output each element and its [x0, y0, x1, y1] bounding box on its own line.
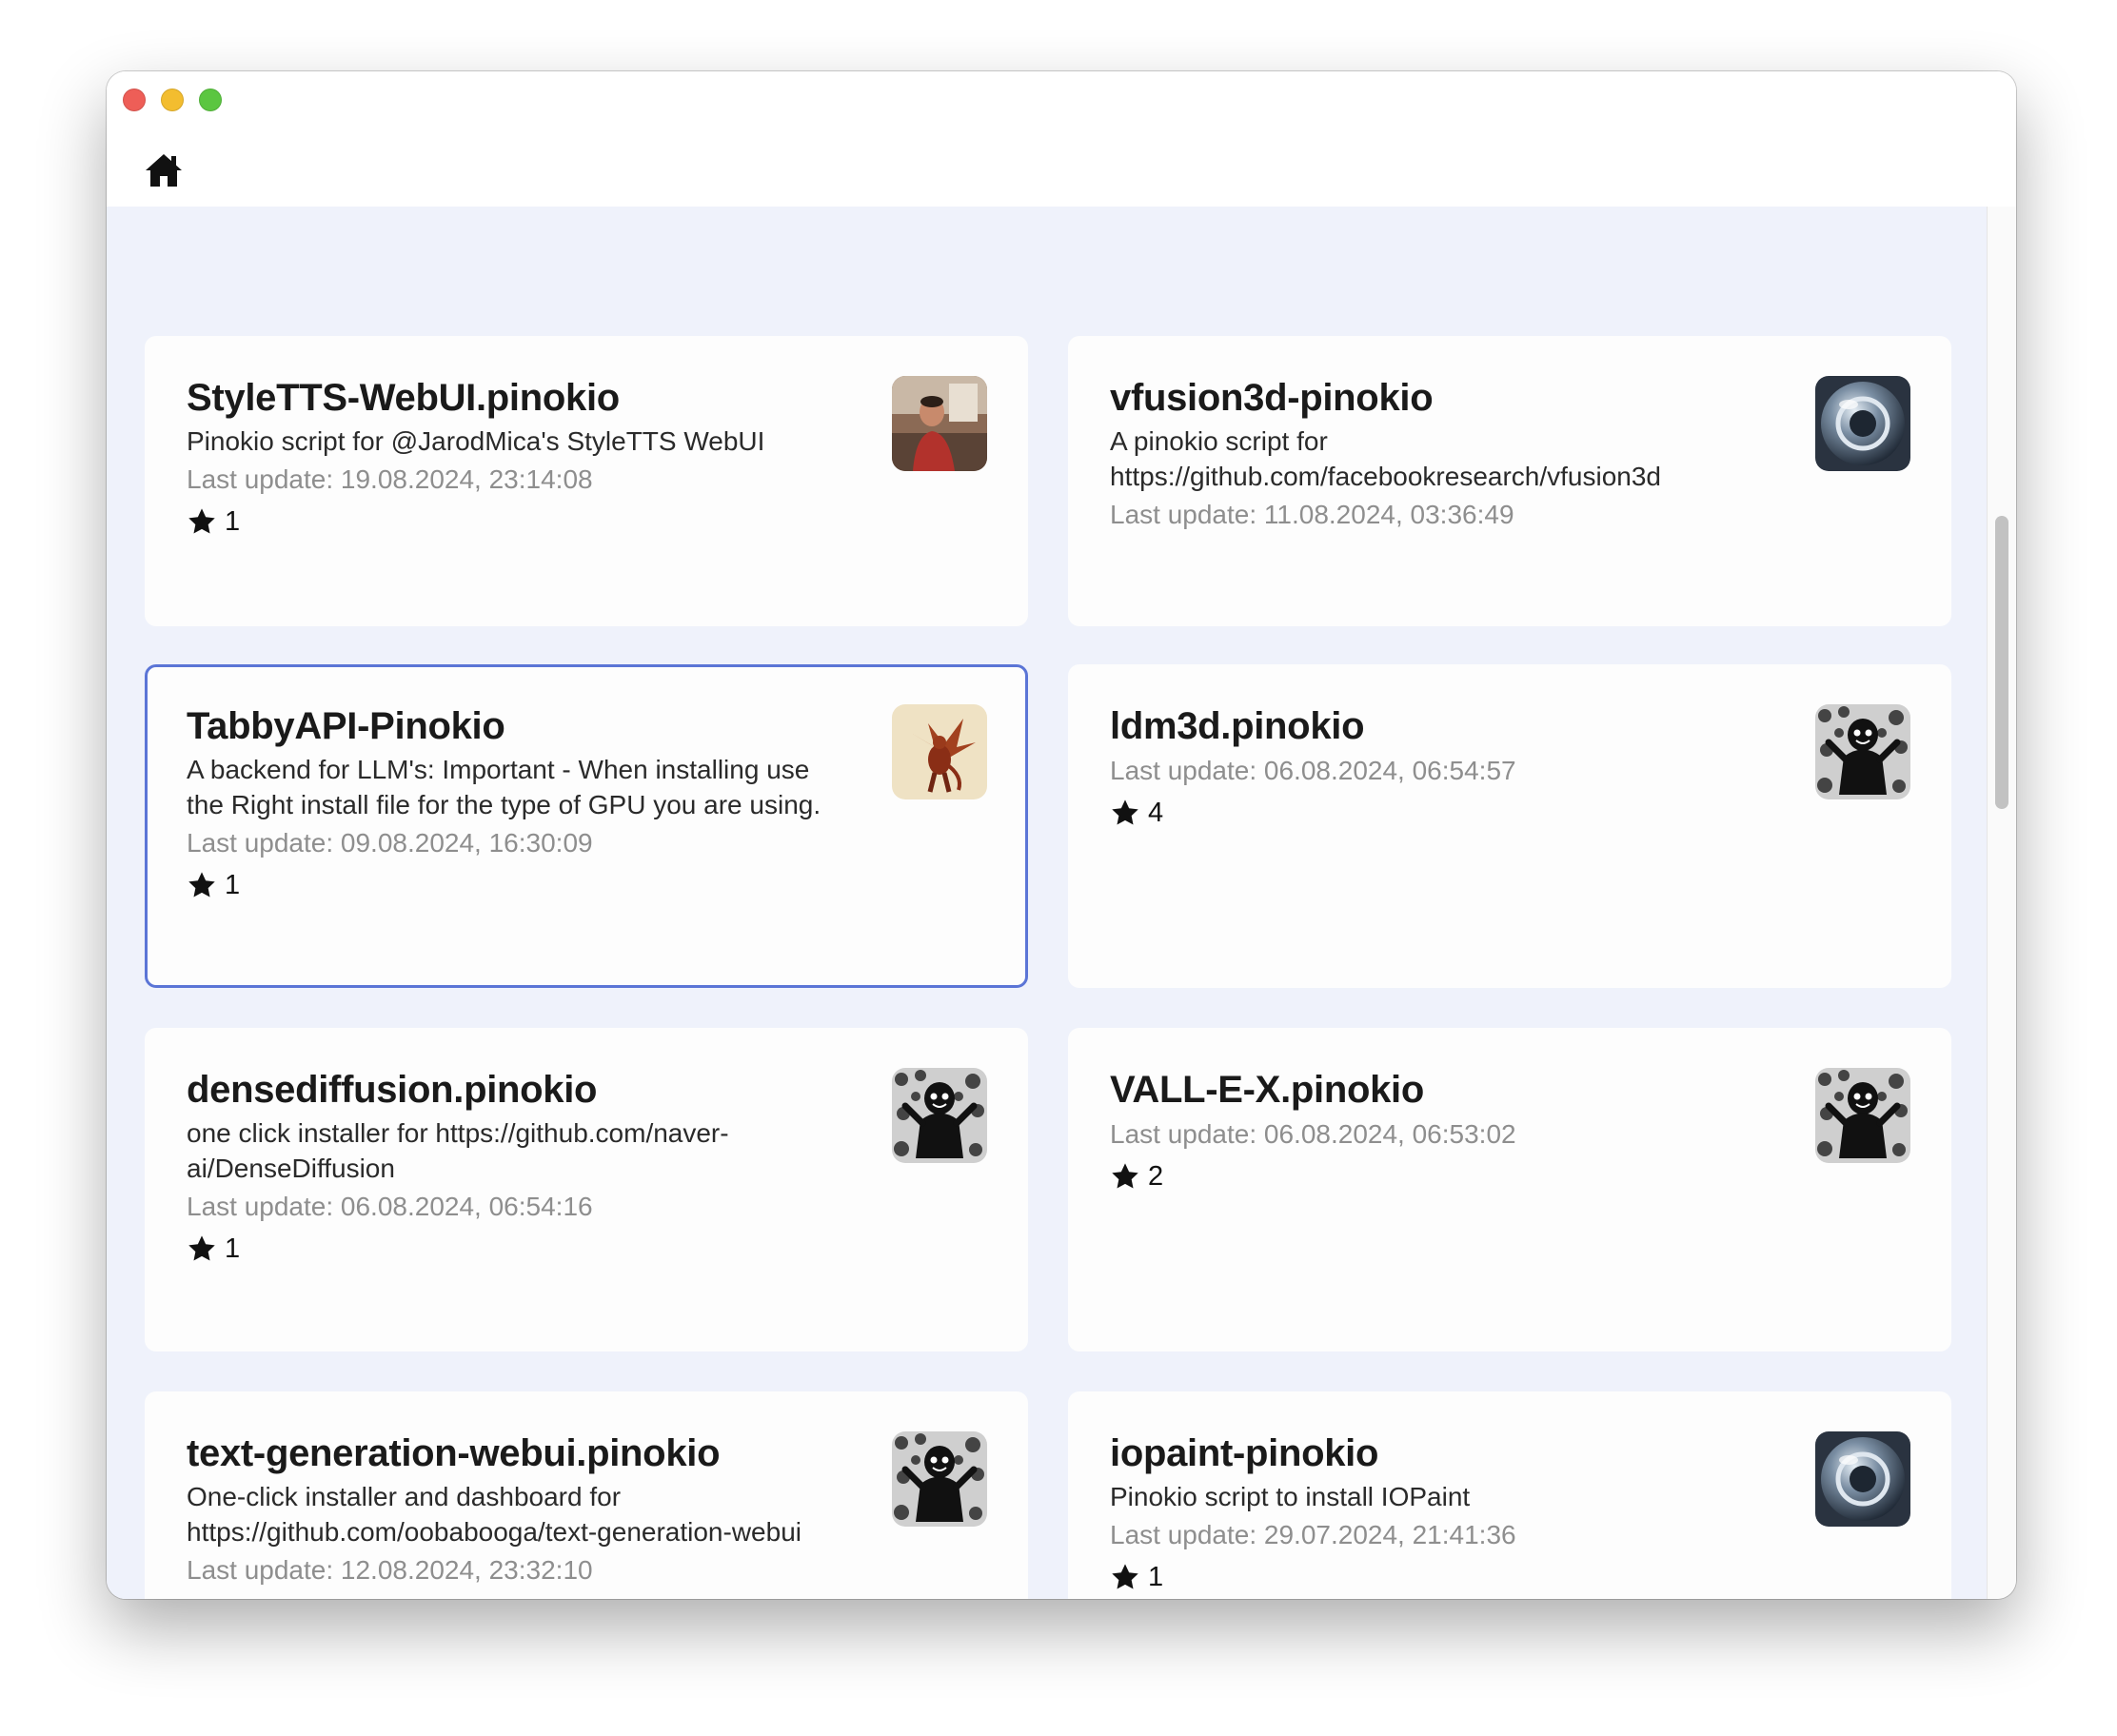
star-count: 4: [1148, 797, 1164, 828]
star-icon: [187, 1597, 217, 1599]
person-photo-thumbnail: [892, 376, 987, 471]
dragon-thumbnail: [892, 704, 987, 799]
pinokio-mascot-thumbnail: [1815, 704, 1910, 799]
scrollbar-thumb[interactable]: [1995, 516, 2008, 809]
app-list: StyleTTS-WebUI.pinokio Pinokio script fo…: [107, 207, 1987, 1599]
star-icon: [1112, 1163, 1138, 1189]
star-icon: [188, 1235, 215, 1261]
app-card[interactable]: StyleTTS-WebUI.pinokio Pinokio script fo…: [145, 336, 1028, 626]
app-thumbnail: [892, 1431, 987, 1527]
star-count: 1: [1148, 1561, 1164, 1592]
app-card[interactable]: ldm3d.pinokio Last update: 06.08.2024, 0…: [1068, 664, 1951, 988]
metallic-sphere-thumbnail: [1815, 376, 1910, 471]
star-icon: [188, 508, 215, 534]
app-thumbnail: [892, 704, 987, 799]
card-stars: 1: [187, 503, 1028, 541]
pinokio-mascot-thumbnail: [1815, 1068, 1910, 1163]
home-icon: [146, 154, 182, 187]
star-count: 1: [225, 1233, 241, 1264]
app-thumbnail: [1815, 1068, 1910, 1163]
star-icon: [1112, 1564, 1138, 1589]
app-thumbnail: [1815, 1431, 1910, 1527]
metallic-sphere-thumbnail: [1815, 1431, 1910, 1527]
card-stars: 1: [187, 866, 1025, 904]
card-stars: 20: [187, 1593, 1028, 1600]
app-card[interactable]: VALL-E-X.pinokio Last update: 06.08.2024…: [1068, 1028, 1951, 1351]
star-count: 20: [225, 1597, 255, 1600]
card-last-update: Last update: 06.08.2024, 06:54:16: [187, 1192, 593, 1221]
card-stars: 1: [1110, 1558, 1951, 1596]
app-thumbnail: [892, 1068, 987, 1163]
close-window-button[interactable]: [123, 89, 146, 111]
card-description: one click installer for https://github.c…: [187, 1118, 729, 1183]
app-card[interactable]: vfusion3d-pinokio A pinokio script for h…: [1068, 336, 1951, 626]
app-thumbnail: [892, 376, 987, 471]
app-card-selected[interactable]: TabbyAPI-Pinokio A backend for LLM's: Im…: [145, 664, 1028, 988]
app-thumbnail: [1815, 376, 1910, 471]
pinokio-mascot-thumbnail: [892, 1068, 987, 1163]
scrollbar[interactable]: [1987, 207, 2016, 1599]
card-last-update: Last update: 12.08.2024, 23:32:10: [187, 1555, 593, 1585]
card-description: Pinokio script to install IOPaint: [1110, 1482, 1471, 1511]
title-bar: [107, 71, 2016, 207]
maximize-window-button[interactable]: [199, 89, 222, 111]
card-last-update: Last update: 09.08.2024, 16:30:09: [187, 828, 593, 858]
app-card[interactable]: densediffusion.pinokio one click install…: [145, 1028, 1028, 1351]
star-icon: [188, 872, 215, 898]
card-last-update: Last update: 11.08.2024, 03:36:49: [1110, 500, 1514, 529]
star-count: 1: [225, 869, 241, 900]
card-stars: 1: [187, 1230, 1028, 1268]
app-thumbnail: [1815, 704, 1910, 799]
pinokio-mascot-thumbnail: [892, 1431, 987, 1527]
star-count: 1: [225, 505, 241, 537]
home-button[interactable]: [143, 149, 185, 191]
app-card[interactable]: iopaint-pinokio Pinokio script to instal…: [1068, 1391, 1951, 1599]
card-description: A pinokio script for https://github.com/…: [1110, 426, 1662, 491]
card-stars: 4: [1110, 794, 1951, 832]
card-stars: 2: [1110, 1157, 1951, 1195]
card-description: One-click installer and dashboard for ht…: [187, 1482, 801, 1547]
app-window: StyleTTS-WebUI.pinokio Pinokio script fo…: [107, 71, 2016, 1599]
card-description: Pinokio script for @JarodMica's StyleTTS…: [187, 426, 765, 456]
star-count: 2: [1148, 1160, 1164, 1192]
app-card[interactable]: text-generation-webui.pinokio One-click …: [145, 1391, 1028, 1599]
card-description: A backend for LLM's: Important - When in…: [187, 755, 821, 819]
minimize-window-button[interactable]: [161, 89, 184, 111]
star-icon: [1112, 799, 1138, 825]
